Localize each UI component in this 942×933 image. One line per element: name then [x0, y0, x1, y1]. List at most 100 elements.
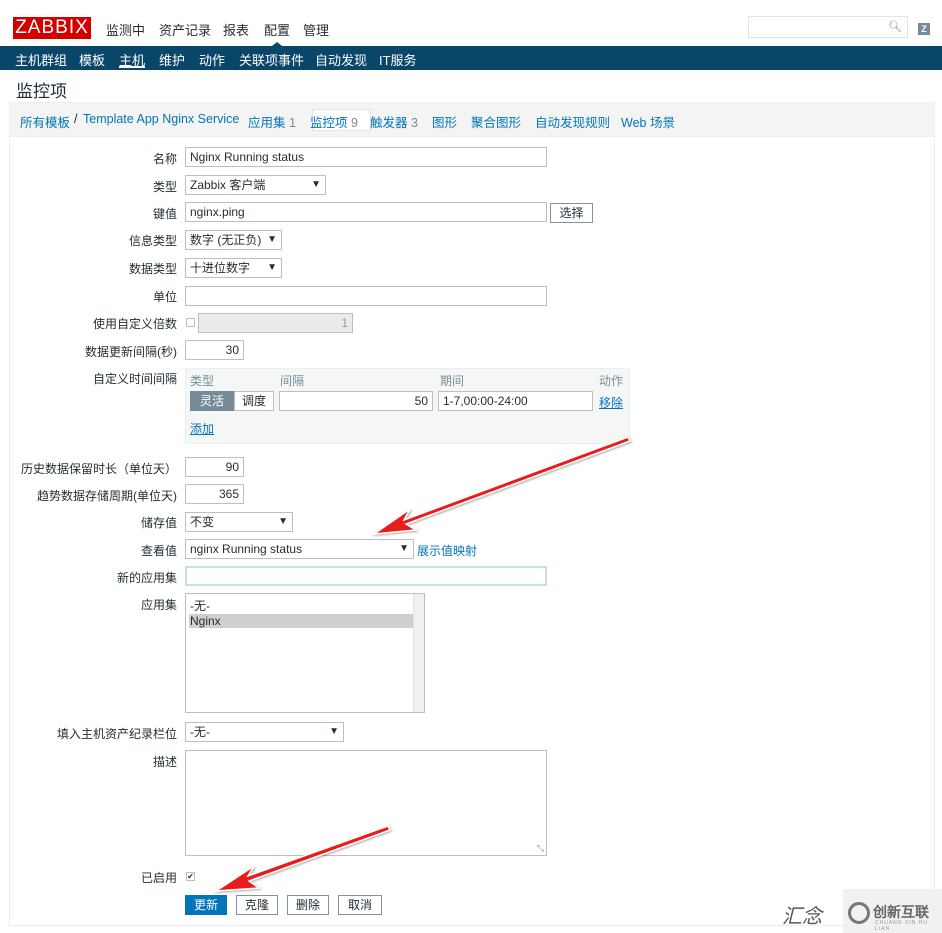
- nav-inventory[interactable]: 资产记录: [159, 20, 211, 39]
- subnav-templates[interactable]: 模板: [79, 50, 105, 69]
- subnav-discovery[interactable]: 自动发现: [315, 50, 367, 69]
- crumb-web[interactable]: Web 场景: [621, 112, 675, 131]
- apps-label: 应用集: [140, 598, 177, 612]
- apps-option[interactable]: -无-: [189, 599, 413, 613]
- store-value-select[interactable]: 不变 ▼: [185, 512, 293, 532]
- ci-period-field[interactable]: 1-7,00:00-24:00: [438, 391, 593, 411]
- crumb-template[interactable]: Template App Nginx Service: [83, 112, 239, 126]
- crumb-discovery[interactable]: 自动发现规则: [535, 112, 610, 131]
- delete-button[interactable]: 删除: [287, 895, 329, 915]
- crumb-items[interactable]: 监控项 9: [310, 112, 358, 131]
- store-value-label: 储存值: [140, 516, 177, 530]
- watermark-brand: 创新互联: [873, 904, 929, 920]
- ci-flexible-toggle[interactable]: 灵活: [190, 391, 234, 411]
- help-icon[interactable]: Z: [918, 23, 930, 35]
- top-header: ZABBIX 监测中 资产记录 报表 配置 管理 🔍︎ Z: [0, 9, 942, 46]
- crumb-triggers[interactable]: 触发器 3: [370, 112, 418, 131]
- dropdown-arrow-icon: ▼: [399, 543, 409, 554]
- enabled-checkbox[interactable]: ✔: [186, 872, 195, 881]
- apps-listbox-scrollbar[interactable]: [413, 594, 424, 712]
- ci-header-action: 动作: [599, 374, 624, 388]
- search-input[interactable]: 🔍︎: [748, 16, 908, 38]
- nav-reports[interactable]: 报表: [223, 20, 249, 39]
- dropdown-arrow-icon: ▼: [311, 179, 321, 190]
- crumb-app-set-count: 1: [289, 116, 296, 130]
- crumb-items-label: 监控项: [310, 116, 348, 130]
- new-app-label: 新的应用集: [116, 571, 177, 585]
- show-value-select[interactable]: nginx Running status ▼: [185, 539, 414, 559]
- nav-configuration[interactable]: 配置: [264, 20, 290, 39]
- dropdown-arrow-icon: ▼: [329, 726, 339, 737]
- inventory-label: 填入主机资产纪录栏位: [56, 727, 177, 741]
- search-icon[interactable]: 🔍︎: [888, 20, 902, 33]
- crumb-triggers-label: 触发器: [370, 116, 408, 130]
- cancel-button[interactable]: 取消: [338, 895, 382, 915]
- clone-button[interactable]: 克隆: [236, 895, 278, 915]
- enabled-label: 已启用: [140, 871, 177, 885]
- info-type-label: 信息类型: [128, 234, 177, 248]
- show-value-value: nginx Running status: [190, 542, 303, 556]
- subnav-it-services[interactable]: IT服务: [379, 50, 417, 69]
- apps-listbox[interactable]: -无- Nginx: [185, 593, 425, 713]
- watermark-logo-icon: [848, 902, 870, 924]
- zabbix-logo[interactable]: ZABBIX: [13, 17, 91, 39]
- crumb-triggers-count: 3: [411, 116, 418, 130]
- interval-field[interactable]: 30: [185, 340, 244, 360]
- nav-monitoring[interactable]: 监测中: [106, 20, 145, 39]
- data-type-value: 十进位数字: [190, 261, 251, 275]
- description-label: 描述: [152, 755, 177, 769]
- history-label: 历史数据保留时长（单位天）: [20, 462, 177, 476]
- multiplier-label: 使用自定义倍数: [92, 317, 177, 331]
- interval-label: 数据更新间隔(秒): [85, 345, 177, 359]
- ci-remove-link[interactable]: 移除: [599, 394, 623, 411]
- update-button[interactable]: 更新: [185, 895, 227, 915]
- crumb-screens[interactable]: 聚合图形: [471, 112, 521, 131]
- apps-option-selected[interactable]: Nginx: [189, 614, 413, 628]
- multiplier-checkbox[interactable]: [186, 318, 195, 327]
- data-type-select[interactable]: 十进位数字 ▼: [185, 258, 282, 278]
- subnav-active-underline: [119, 66, 145, 68]
- crumb-all-templates[interactable]: 所有模板: [20, 112, 70, 131]
- inventory-select[interactable]: -无- ▼: [185, 722, 344, 742]
- units-field[interactable]: [185, 286, 547, 306]
- subnav-event-correlation[interactable]: 关联项事件: [239, 50, 304, 69]
- ci-add-link[interactable]: 添加: [190, 420, 214, 437]
- info-type-value: 数字 (无正负): [190, 233, 262, 247]
- type-label: 类型: [152, 180, 177, 194]
- ci-header-period: 期间: [440, 374, 465, 388]
- name-field[interactable]: Nginx Running status: [185, 147, 547, 167]
- subnav-host-groups[interactable]: 主机群组: [15, 50, 67, 69]
- value-mapping-link[interactable]: 展示值映射: [417, 542, 477, 559]
- name-label: 名称: [152, 152, 177, 166]
- multiplier-field[interactable]: 1: [198, 313, 353, 333]
- resize-grip-icon[interactable]: ⤡: [537, 843, 544, 854]
- crumb-graphs[interactable]: 图形: [432, 112, 457, 131]
- crumb-items-count: 9: [351, 116, 358, 130]
- trends-label: 趋势数据存储周期(单位天): [37, 489, 177, 503]
- units-label: 单位: [152, 290, 177, 304]
- type-select[interactable]: Zabbix 客户端 ▼: [185, 175, 326, 195]
- new-app-field[interactable]: [185, 566, 547, 586]
- crumb-app-set[interactable]: 应用集 1: [248, 112, 296, 131]
- key-select-button[interactable]: 选择: [550, 203, 593, 223]
- subnav-maintenance[interactable]: 维护: [159, 50, 185, 69]
- info-type-select[interactable]: 数字 (无正负) ▼: [185, 230, 282, 250]
- watermark-script: 汇念: [782, 904, 822, 928]
- custom-intervals-label: 自定义时间间隔: [92, 372, 177, 386]
- dropdown-arrow-icon: ▼: [278, 516, 288, 527]
- breadcrumb: 所有模板 / Template App Nginx Service 应用集 1 …: [9, 102, 935, 136]
- ci-scheduling-toggle[interactable]: 调度: [234, 391, 274, 411]
- dropdown-arrow-icon: ▼: [267, 234, 277, 245]
- subnav-actions[interactable]: 动作: [199, 50, 225, 69]
- crumb-separator: /: [74, 112, 78, 126]
- description-textarea[interactable]: ⤡: [185, 750, 547, 856]
- key-field[interactable]: nginx.ping: [185, 202, 547, 222]
- trends-field[interactable]: 365: [185, 484, 244, 504]
- history-field[interactable]: 90: [185, 457, 244, 477]
- store-value-value: 不变: [190, 515, 215, 529]
- dropdown-arrow-icon: ▼: [267, 262, 277, 273]
- ci-interval-field[interactable]: 50: [279, 391, 433, 411]
- nav-administration[interactable]: 管理: [303, 20, 329, 39]
- watermark-sub: CHUANG XIN HU LIAN: [875, 920, 929, 932]
- show-value-label: 查看值: [140, 544, 177, 558]
